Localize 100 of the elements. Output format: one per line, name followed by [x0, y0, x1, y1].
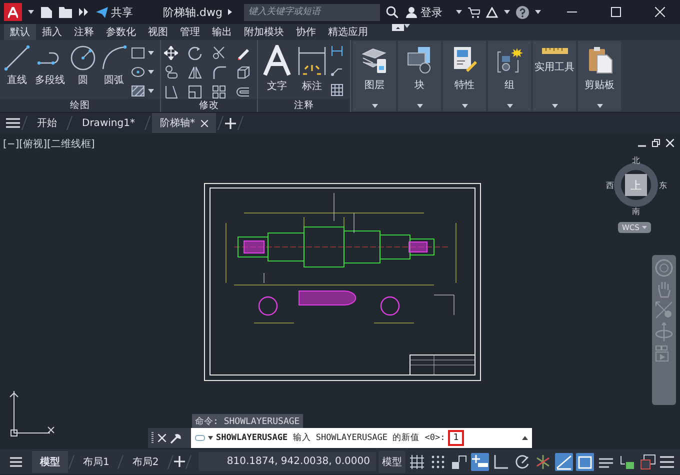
annotation-tool-button[interactable]: 标注 [296, 43, 328, 99]
caret-icon[interactable] [148, 89, 154, 94]
properties-icon[interactable] [452, 46, 478, 74]
compass-south[interactable]: 南 [632, 206, 640, 217]
array-icon[interactable] [212, 84, 226, 99]
share-button[interactable]: 共享 [94, 4, 135, 20]
group-icon[interactable] [496, 46, 522, 74]
transparency-toggle-icon[interactable] [576, 452, 594, 470]
grip-icon[interactable] [151, 432, 154, 444]
infer-toggle-icon[interactable] [471, 452, 489, 470]
add-tab-icon[interactable] [174, 456, 185, 467]
caret-icon[interactable] [208, 436, 213, 440]
model-space-button[interactable]: 模型 [379, 450, 405, 472]
ruler-icon[interactable] [542, 46, 568, 56]
lineweight-toggle-icon[interactable] [555, 452, 573, 470]
rectangle-icon[interactable] [131, 46, 145, 59]
document-tab[interactable]: 开始 [29, 113, 65, 133]
ribbon-tab[interactable]: 管理 [174, 24, 206, 40]
search-icon[interactable] [386, 6, 398, 18]
ribbon-tab[interactable]: 默认 [4, 24, 36, 40]
ribbon-tab[interactable]: 注释 [68, 24, 100, 40]
caret-up-icon[interactable] [522, 436, 528, 440]
command-line-handle[interactable] [148, 428, 191, 448]
add-tab-icon[interactable] [224, 118, 236, 128]
ribbon-button[interactable]: 块 [398, 41, 441, 111]
caret-icon[interactable] [28, 10, 34, 14]
wrench-icon[interactable] [170, 432, 181, 444]
circle-icon[interactable] [70, 45, 96, 71]
menu-icon[interactable] [10, 456, 22, 466]
menu-icon[interactable] [660, 456, 674, 468]
ellipse-icon[interactable] [131, 66, 145, 78]
scissors-icon[interactable] [212, 46, 226, 60]
ribbon-button[interactable]: 实用工具 [533, 41, 576, 111]
caret-icon[interactable] [148, 70, 154, 74]
move-icon[interactable] [164, 46, 178, 60]
grid-toggle-icon[interactable] [408, 452, 426, 470]
ribbon-tab[interactable]: 参数化 [100, 24, 142, 40]
isodraft-toggle-icon[interactable] [534, 452, 552, 470]
caret-icon[interactable] [504, 10, 510, 14]
sign-in-button[interactable]: 登录 [404, 4, 444, 20]
draw-tool-button[interactable]: 直线 [3, 43, 31, 99]
scale-icon[interactable] [188, 84, 202, 99]
document-tab[interactable]: 阶梯轴* [152, 113, 216, 133]
new-file-icon[interactable] [40, 6, 53, 18]
compass-west[interactable]: 西 [606, 180, 614, 191]
eraser-icon[interactable] [236, 46, 250, 60]
ribbon-tab[interactable]: 插入 [36, 24, 68, 40]
hatch-icon[interactable] [131, 85, 145, 98]
ortho-toggle-icon[interactable] [492, 452, 510, 470]
block-icon[interactable] [406, 46, 432, 74]
ribbon-tab[interactable]: 视图 [142, 24, 174, 40]
viewport-label[interactable]: [−][俯视][二维线框] [3, 137, 95, 151]
open-folder-icon[interactable] [59, 6, 73, 18]
caret-icon[interactable] [456, 10, 462, 14]
line-icon[interactable] [4, 45, 30, 71]
ribbon-button[interactable]: 图层 [353, 41, 396, 111]
text-icon[interactable] [262, 45, 292, 77]
ribbon-button[interactable]: 组 [488, 41, 531, 111]
copy-icon[interactable] [164, 65, 178, 80]
ribbon-tab[interactable]: 输出 [206, 24, 238, 40]
ribbon-tab[interactable]: 精选应用 [322, 24, 374, 40]
menu-icon[interactable] [6, 118, 20, 128]
close-icon[interactable] [200, 120, 208, 126]
dimension-icon[interactable] [297, 45, 327, 77]
fillet-icon[interactable] [212, 65, 226, 80]
restore-icon[interactable] [652, 139, 660, 147]
maximize-icon[interactable] [611, 7, 622, 17]
panel-toggle-icon[interactable] [392, 24, 404, 31]
search-field[interactable]: 键入关键字或短语 [244, 4, 380, 20]
ribbon-button[interactable]: 特性 [443, 41, 486, 111]
draw-tool-button[interactable]: 多段线 [34, 43, 66, 99]
polar-toggle-icon[interactable] [513, 452, 531, 470]
compass-east[interactable]: 东 [659, 180, 667, 191]
compass-north[interactable]: 北 [632, 155, 640, 166]
command-input[interactable]: SHOWLAYERUSAGE 输入 SHOWLAYERUSAGE 的新值 <0>: 1 [191, 428, 532, 448]
close-icon[interactable] [655, 7, 666, 17]
more-icon[interactable] [79, 8, 88, 16]
close-icon[interactable] [158, 434, 166, 442]
document-tab[interactable]: Drawing1* [74, 114, 143, 132]
annotation-tool-button[interactable]: 文字 [261, 43, 293, 99]
cube-icon[interactable] [236, 65, 250, 80]
layout-tab[interactable]: 布局2 [124, 450, 167, 472]
cart-icon[interactable] [468, 6, 480, 18]
panel-title[interactable]: 修改 [161, 99, 257, 112]
coordinates-display[interactable]: 810.1874, 942.0038, 0.0000 [198, 452, 376, 471]
panel-title[interactable]: 注释 [258, 99, 350, 112]
linear-dimension-icon[interactable] [331, 45, 343, 57]
help-icon[interactable] [516, 6, 530, 18]
stretch-icon[interactable] [164, 84, 178, 99]
layout-tab[interactable]: 模型 [32, 450, 68, 472]
caret-right-icon[interactable] [228, 9, 232, 15]
ribbon-button[interactable]: 剪贴板 [578, 41, 621, 111]
offset-icon[interactable] [236, 84, 250, 99]
app-logo-icon[interactable] [4, 3, 22, 21]
layout-tab[interactable]: 布局1 [75, 450, 118, 472]
draw-tool-button[interactable]: 圆弧 [100, 43, 128, 99]
draw-tool-button[interactable]: 圆 [69, 43, 97, 99]
mirror-icon[interactable] [188, 65, 202, 80]
dynamic-toggle-icon[interactable] [450, 452, 468, 470]
isolate-toggle-icon[interactable] [639, 452, 657, 470]
